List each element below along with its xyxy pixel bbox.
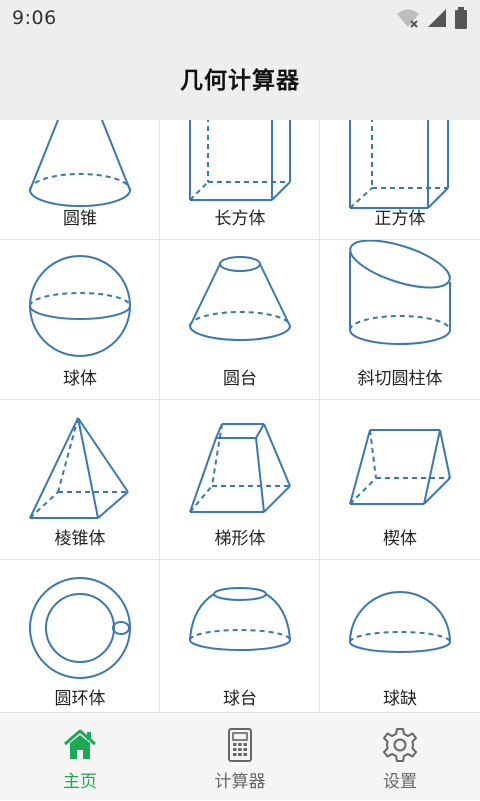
shape-label: 棱锥体 (54, 529, 106, 549)
shape-tile-spherical-frustum[interactable]: 球台 (160, 560, 320, 712)
shape-label: 球体 (63, 369, 97, 389)
nav-label: 计算器 (214, 772, 266, 792)
home-icon (64, 729, 96, 759)
status-time: 9:06 (12, 7, 57, 29)
nav-item-settings[interactable]: 设置 (320, 713, 480, 801)
shape-label: 斜切圆柱体 (357, 369, 443, 389)
signal-icon (428, 9, 446, 27)
status-icons (396, 7, 468, 29)
battery-icon (455, 7, 467, 29)
shape-label: 圆锥 (63, 209, 97, 229)
nav-item-home[interactable]: 主页 (0, 713, 160, 801)
nav-label: 设置 (383, 772, 417, 792)
shape-tile-cuboid[interactable]: 长方体 (160, 120, 320, 240)
shape-tile-cone[interactable]: 圆锥 (0, 120, 160, 240)
shape-tile-spherical-cap[interactable]: 球缺 (320, 560, 480, 712)
wifi-off-icon (397, 9, 419, 28)
shape-label: 楔体 (383, 529, 417, 549)
shape-label: 球台 (223, 689, 257, 709)
shape-label: 长方体 (214, 209, 266, 229)
shape-tile-oblique-cylinder[interactable]: 斜切圆柱体 (320, 240, 480, 400)
gear-icon (383, 728, 417, 762)
shape-grid: 圆锥 长方体 正方体 球体 圆台 斜切圆柱体 棱锥体 梯形体 楔体 圆环体 球台… (0, 120, 480, 712)
shape-tile-wedge[interactable]: 楔体 (320, 400, 480, 560)
shape-label: 圆台 (223, 369, 257, 389)
shape-tile-frustum[interactable]: 圆台 (160, 240, 320, 400)
nav-label: 主页 (63, 772, 97, 792)
nav-item-calculator[interactable]: 计算器 (160, 713, 320, 801)
calculator-icon (228, 728, 252, 762)
status-bar: 9:06 (0, 0, 480, 36)
shape-tile-torus[interactable]: 圆环体 (0, 560, 160, 712)
shape-label: 球缺 (383, 689, 417, 709)
shape-tile-cube[interactable]: 正方体 (320, 120, 480, 240)
shape-grid-scroll[interactable]: 圆锥 长方体 正方体 球体 圆台 斜切圆柱体 棱锥体 梯形体 楔体 圆环体 球台… (0, 120, 480, 712)
bottom-nav: 主页 计算器 设置 (0, 712, 480, 800)
shape-label: 正方体 (374, 209, 426, 229)
shape-label: 梯形体 (214, 529, 266, 549)
shape-tile-sphere[interactable]: 球体 (0, 240, 160, 400)
page-title: 几何计算器 (180, 68, 300, 94)
shape-tile-pyramid[interactable]: 棱锥体 (0, 400, 160, 560)
shape-tile-prismatoid[interactable]: 梯形体 (160, 400, 320, 560)
app-bar: 几何计算器 (0, 36, 480, 120)
shape-label: 圆环体 (54, 689, 106, 709)
